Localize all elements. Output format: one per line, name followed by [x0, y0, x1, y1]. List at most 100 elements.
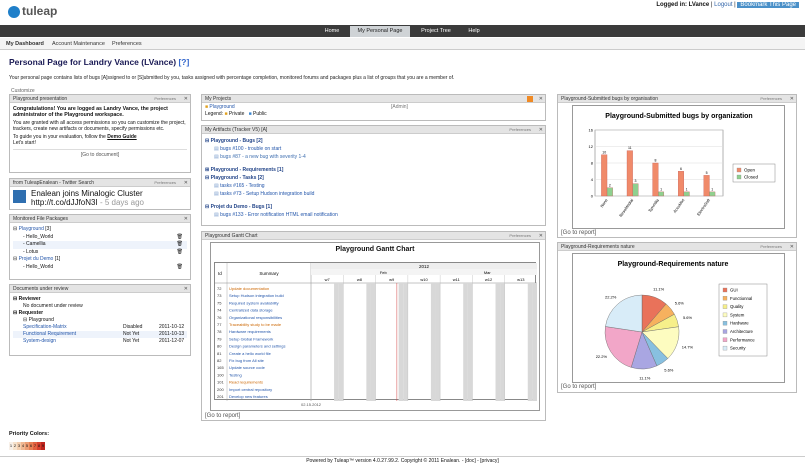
pie-legend-swatch [722, 304, 728, 309]
bar-category-label: Syncidia [647, 197, 660, 213]
bar-category-label: ElectroSoft [696, 197, 712, 217]
pie-legend-label: Quality [730, 304, 744, 309]
bar-y-tick-label: 12 [589, 144, 594, 149]
artifact-link[interactable]: bugs #87 - a new bug with severity 1-4 [220, 154, 306, 160]
main-nav: Home My Personal Page Project Tree Help [0, 25, 805, 37]
logo-text: tuleap [22, 4, 58, 18]
document-status: Disabled [123, 324, 143, 330]
document-link[interactable]: System-design [23, 338, 56, 344]
twitter-avatar [13, 190, 26, 203]
trash-icon[interactable]: 🗑 [177, 241, 183, 249]
gantt-weekend-band [403, 283, 408, 401]
nav-home[interactable]: Home [318, 26, 346, 37]
artifact-group[interactable]: ⊞ Playground - Requirements [1] [205, 166, 542, 174]
widget-gantt: Playground Gantt Chart Preferences ✕ Playg… [201, 231, 546, 421]
package-item-label[interactable]: - Lotus [23, 249, 38, 255]
close-icon[interactable]: ✕ [184, 179, 188, 187]
preferences-link[interactable]: Preferences [154, 95, 176, 103]
package-group-count: [1] [54, 256, 61, 262]
artifact-link[interactable]: tasks #165 - Testing [220, 183, 264, 189]
logout-link[interactable]: Logout [714, 2, 732, 8]
widget-title: My Artifacts (Tracker V5) [A] [205, 127, 268, 133]
go-to-report-link[interactable]: [Go to report] [561, 384, 596, 390]
rss-icon[interactable] [527, 96, 533, 102]
package-group: ⊟ Projet du Demo [1] [13, 256, 61, 262]
table-row: Specification-Matrix Disabled 2011-10-12 [13, 324, 187, 331]
presentation-congrats: Congratulations! You are logged as Landr… [13, 106, 168, 118]
gantt-row-summary: Centralized data storage [229, 308, 273, 313]
artifact-group[interactable]: ⊟ Playground - Tasks [2] [205, 174, 542, 182]
go-to-report-link[interactable]: [Go to report] [561, 230, 596, 236]
preferences-link[interactable]: Preferences [154, 179, 176, 187]
widget-my-projects: My Projects ✕ ■ Playground [Admin] Legend:… [201, 94, 546, 121]
tweet-link[interactable]: http://t.co/dJJfoN3I [31, 198, 98, 207]
close-icon[interactable]: ✕ [790, 95, 794, 103]
package-item-label[interactable]: - Hello_World [23, 264, 53, 270]
gantt-row-summary: Read requirements [229, 380, 263, 385]
widget-header: My Artifacts (Tracker V5) [A] Preferences… [202, 126, 545, 134]
package-group: ⊟ Playground [3] [13, 226, 51, 232]
nav-project-tree[interactable]: Project Tree [414, 26, 458, 37]
gantt-row-id: 76 [217, 315, 222, 320]
artifact-group[interactable]: ⊟ Playground - Bugs [2] [205, 137, 542, 145]
package-item: - Lotus 🗑 [13, 249, 187, 257]
preferences-link[interactable]: Preferences [509, 126, 531, 134]
gantt-row-summary: Import central repository [229, 387, 272, 392]
preferences-link[interactable]: Preferences [509, 232, 531, 240]
tab-preferences[interactable]: Preferences [112, 41, 142, 47]
artifact-icon: ▤ [214, 183, 219, 189]
trash-icon[interactable]: 🗑 [177, 234, 183, 242]
artifact-group[interactable]: ⊟ Projet du Demo - Bugs [1] [205, 203, 542, 211]
trash-icon[interactable]: 🗑 [177, 249, 183, 257]
demo-guide-link[interactable]: Demo Guide [107, 134, 136, 140]
document-link[interactable]: Functional Requirement [23, 331, 76, 337]
top-bar: tuleap Logged in: LVance | Logout | Book… [0, 0, 805, 25]
close-icon[interactable]: ✕ [790, 243, 794, 251]
close-icon[interactable]: ✕ [539, 232, 543, 240]
nav-help[interactable]: Help [463, 26, 485, 37]
bar-legend-label: Closed [744, 175, 759, 180]
gantt-row-id: 81 [217, 351, 222, 356]
requester-group: ⊟ Playground [23, 317, 54, 323]
artifact-link[interactable]: bugs #133 - Error notification HTML emai… [220, 212, 338, 218]
package-group-link[interactable]: Playground [19, 226, 44, 232]
package-group-link[interactable]: Projet du Demo [19, 256, 54, 262]
close-icon[interactable]: ✕ [539, 126, 543, 134]
bar-y-tick-label: 4 [591, 177, 594, 182]
pie-legend-label: Functionnal [730, 296, 752, 301]
go-to-document-link[interactable]: [Go to document] [13, 149, 187, 158]
document-link[interactable]: Specification-Matrix [23, 324, 67, 330]
preferences-link[interactable]: Preferences [760, 243, 782, 251]
package-item-label[interactable]: - Hello_World [23, 234, 53, 240]
page-title-text: Personal Page for Landry Vance (LVance) [9, 57, 177, 67]
help-link[interactable]: [?] [178, 57, 189, 67]
package-item-label[interactable]: - Camellia [23, 241, 46, 247]
nav-my-personal-page[interactable]: My Personal Page [350, 26, 410, 37]
pie-chart-title: Playground-Requirements nature [618, 261, 729, 268]
artifact-link[interactable]: tasks #73 - Setup Hudson integration bui… [220, 191, 314, 197]
tuleap-logo[interactable]: tuleap [8, 4, 57, 18]
trash-icon[interactable]: 🗑 [177, 264, 183, 272]
project-link[interactable]: Playground [209, 104, 234, 110]
close-icon[interactable]: ✕ [539, 95, 543, 103]
close-icon[interactable]: ✕ [184, 95, 188, 103]
pie-data-label: 11.1% [653, 286, 664, 291]
artifact-group-label: Playground - Requirements [1] [210, 167, 284, 173]
tab-account-maintenance[interactable]: Account Maintenance [52, 41, 105, 47]
gantt-grid: Id Summary 2012 Feb Mar w7 w8 w9 w10 w11 w12 w13 72 U… [214, 262, 537, 401]
gantt-row-summary: Hardware requirements [229, 329, 271, 334]
go-to-report-link[interactable]: [Go to report] [205, 413, 240, 419]
document-date: 2011-10-12 [159, 324, 185, 330]
tab-my-dashboard[interactable]: My Dashboard [6, 41, 44, 47]
close-icon[interactable]: ✕ [184, 215, 188, 223]
pie-legend-swatch [722, 312, 728, 318]
close-icon[interactable]: ✕ [184, 285, 188, 293]
gantt-row-id: 80 [217, 344, 222, 349]
preferences-link[interactable]: Preferences [760, 95, 782, 103]
legend-label: Legend: [205, 111, 224, 117]
gantt-row-id: 79 [217, 336, 222, 341]
public-icon: ■ [248, 111, 252, 117]
bookmark-link[interactable]: Bookmark This Page [737, 2, 799, 8]
table-row: System-design Not Yet 2011-12-07 [13, 338, 187, 345]
artifact-link[interactable]: bugs #100 - trouble on start [220, 146, 281, 152]
